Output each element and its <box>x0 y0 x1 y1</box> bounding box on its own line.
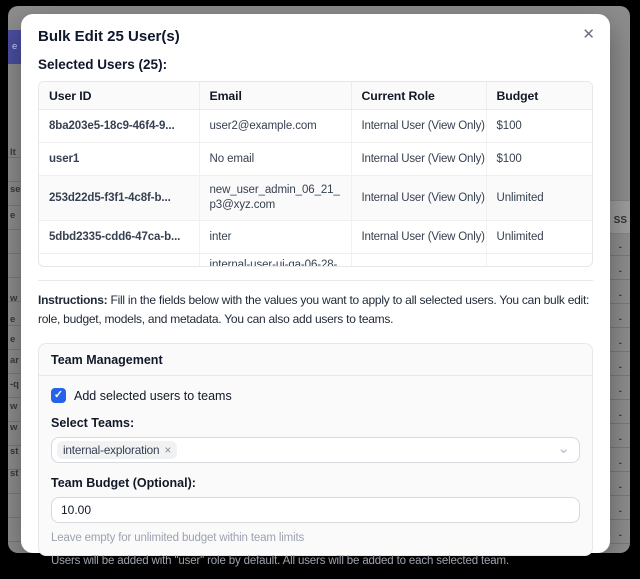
close-icon[interactable]: ✕ <box>580 25 597 45</box>
selected-users-table[interactable]: User ID Email Current Role Budget 8ba203… <box>38 81 593 267</box>
column-header-budget: Budget <box>486 82 592 110</box>
role-cell: Internal User (View Only) <box>351 221 486 254</box>
instructions-label: Instructions: <box>38 293 107 307</box>
instructions-text: Instructions: Fill in the fields below w… <box>38 291 593 329</box>
instructions-body: Fill in the fields below with the values… <box>38 293 589 326</box>
background-cell-dash: - <box>619 362 622 373</box>
email-cell: inter <box>199 221 351 254</box>
budget-cell <box>486 254 592 268</box>
background-text-fragment: e <box>10 211 15 221</box>
background-text-fragment: st <box>10 469 18 479</box>
user-id-cell <box>39 254 199 268</box>
background-cell-dash: - <box>619 386 622 397</box>
role-cell: Internal User (View Only) <box>351 176 486 221</box>
table-row: user1 No email Internal User (View Only)… <box>39 143 592 176</box>
column-header-current-role: Current Role <box>351 82 486 110</box>
background-cell-dash: - <box>619 458 622 469</box>
email-cell: new_user_admin_06_21_p3@xyz.com <box>199 176 351 221</box>
background-text-fragment: w <box>10 294 17 304</box>
background-cell-dash: - <box>619 314 622 325</box>
email-cell: user2@example.com <box>199 110 351 143</box>
select-teams-label: Select Teams: <box>51 416 580 430</box>
budget-cell: $100 <box>486 110 592 143</box>
modal-title: Bulk Edit 25 User(s) <box>38 28 593 45</box>
background-text-fragment: w <box>10 423 17 433</box>
background-selected-nav-item: e <box>8 30 22 64</box>
user-id-cell: 5dbd2335-cdd6-47ca-b... <box>39 221 199 254</box>
table-row: 5dbd2335-cdd6-47ca-b... inter Internal U… <box>39 221 592 254</box>
budget-cell: $100 <box>486 143 592 176</box>
add-users-to-teams-checkbox[interactable]: ✓ <box>51 388 66 403</box>
window-frame: e lt se e w e e ar -q w w st st SS - - -… <box>0 0 640 561</box>
background-cell-dash: - <box>619 410 622 421</box>
background-text-fragment: e <box>10 315 15 325</box>
budget-help-text: Leave empty for unlimited budget within … <box>51 532 580 544</box>
role-cell <box>351 254 486 268</box>
role-note-text: Users will be added with "user" role by … <box>51 555 580 567</box>
budget-cell: Unlimited <box>486 176 592 221</box>
table-row: 8ba203e5-18c9-46f4-9... user2@example.co… <box>39 110 592 143</box>
background-text-fragment: se <box>10 185 21 195</box>
table-header-row: User ID Email Current Role Budget <box>39 82 592 110</box>
team-tag-label: internal-exploration <box>63 443 159 457</box>
background-cell-dash: - <box>619 242 622 253</box>
team-management-title: Team Management <box>39 344 592 376</box>
bulk-edit-modal: Bulk Edit 25 User(s) ✕ Selected Users (2… <box>21 14 610 553</box>
email-cell: No email <box>199 143 351 176</box>
user-id-cell: 253d22d5-f3f1-4c8f-b... <box>39 176 199 221</box>
background-text-fragment: w <box>10 402 17 412</box>
budget-cell: Unlimited <box>486 221 592 254</box>
user-id-cell: 8ba203e5-18c9-46f4-9... <box>39 110 199 143</box>
background-cell-dash: - <box>619 266 622 277</box>
background-cell-dash: - <box>619 338 622 349</box>
column-header-user-id: User ID <box>39 82 199 110</box>
background-cell-dash: - <box>619 482 622 493</box>
team-budget-input[interactable] <box>51 497 580 523</box>
remove-tag-icon[interactable]: × <box>164 445 171 455</box>
background-text-fragment: e <box>10 335 15 345</box>
background-text-fragment: ar <box>10 356 19 366</box>
background-text-fragment: -q <box>10 380 19 390</box>
column-header-email: Email <box>199 82 351 110</box>
chevron-down-icon: ⌄ <box>557 439 570 459</box>
background-cell-dash: - <box>619 506 622 517</box>
background-text-fragment: e <box>12 42 17 52</box>
select-teams-input[interactable]: internal-exploration × ⌄ <box>51 437 580 463</box>
add-users-to-teams-label: Add selected users to teams <box>74 389 232 403</box>
background-text-fragment: st <box>10 447 18 457</box>
background-cell-dash: - <box>619 530 622 541</box>
background-column-header: SS <box>614 215 627 226</box>
user-id-cell: user1 <box>39 143 199 176</box>
background-cell-dash: - <box>619 290 622 301</box>
email-cell: internal-user-ui-qa-06-28- <box>199 254 351 268</box>
table-row: internal-user-ui-qa-06-28- <box>39 254 592 268</box>
background-text-fragment: lt <box>10 148 16 158</box>
background-cell-dash: - <box>619 434 622 445</box>
selected-users-label: Selected Users (25): <box>38 57 593 72</box>
role-cell: Internal User (View Only) <box>351 143 486 176</box>
team-tag: internal-exploration × <box>57 441 177 459</box>
checkmark-icon: ✓ <box>54 388 63 403</box>
team-management-section: Team Management ✓ Add selected users to … <box>38 343 593 556</box>
table-row: 253d22d5-f3f1-4c8f-b... new_user_admin_0… <box>39 176 592 221</box>
role-cell: Internal User (View Only) <box>351 110 486 143</box>
section-divider <box>38 280 593 281</box>
team-budget-label: Team Budget (Optional): <box>51 476 580 490</box>
